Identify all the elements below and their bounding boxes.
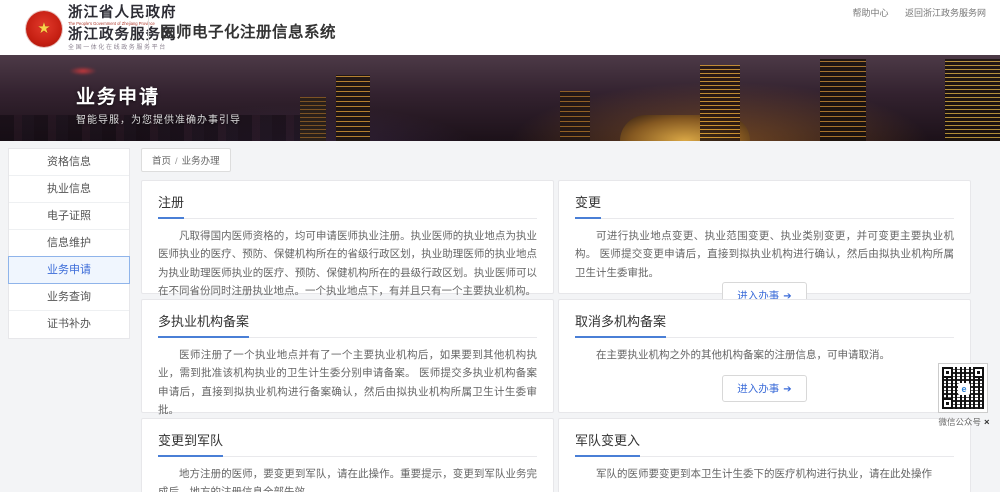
- breadcrumb-current: 业务办理: [182, 156, 220, 167]
- help-center-link[interactable]: 帮助中心: [852, 8, 888, 18]
- card-multi-institution-filing: 多执业机构备案 医师注册了一个执业地点并有了一个主要执业机构后，如果要到其他机构…: [141, 299, 554, 413]
- main-area: 资格信息 执业信息 电子证照 信息维护 业务申请 业务查询 证书补办 首页 / 业务…: [0, 141, 1000, 492]
- card-description: 地方注册的医师，要变更到军队，请在此操作。重要提示，变更到军队业务完成后，地方的…: [158, 465, 537, 492]
- wechat-qr-widget: e 微信公众号×: [938, 363, 990, 428]
- gov-name: 浙江省人民政府: [68, 6, 177, 21]
- site-logo: ★ 浙江省人民政府 The People's Government of Zhe…: [26, 6, 177, 51]
- sidebar-item-business-application[interactable]: 业务申请: [8, 256, 130, 284]
- close-icon[interactable]: ×: [984, 417, 990, 428]
- portal-subtitle: 全国一体化在线政务服务平台: [68, 45, 177, 51]
- card-description: 在主要执业机构之外的其他机构备案的注册信息，可申请取消。: [575, 346, 954, 364]
- service-cards-grid: 注册 凡取得国内医师资格的，均可申请医师执业注册。执业医师的执业地点为执业医师执…: [141, 180, 972, 492]
- wechat-qr-code-icon: e: [938, 363, 988, 413]
- sidebar-item-certificate-reissue[interactable]: 证书补办: [9, 311, 129, 338]
- header-divider: [148, 12, 149, 44]
- page-header: ★ 浙江省人民政府 The People's Government of Zhe…: [0, 0, 1000, 55]
- card-cancel-multi-institution-filing: 取消多机构备案 在主要执业机构之外的其他机构备案的注册信息，可申请取消。 进入办…: [558, 299, 971, 413]
- card-change-to-military: 变更到军队 地方注册的医师，要变更到军队，请在此操作。重要提示，变更到军队业务完…: [141, 418, 554, 492]
- banner-subtitle: 智能导服，为您提供准确办事引导: [76, 111, 241, 126]
- neon-light-art: [70, 67, 96, 75]
- breadcrumb-separator: /: [175, 156, 178, 167]
- card-title: 变更: [575, 192, 601, 219]
- top-links: 帮助中心 返回浙江政务服务网: [838, 6, 986, 19]
- card-title: 多执业机构备案: [158, 311, 249, 338]
- card-description: 可进行执业地点变更、执业范围变更、执业类别变更，并可变更主要执业机构。 医师提交…: [575, 227, 954, 282]
- national-emblem-icon: ★: [26, 11, 62, 47]
- sidebar-item-business-query[interactable]: 业务查询: [9, 284, 129, 311]
- sidebar-item-info-maintenance[interactable]: 信息维护: [9, 230, 129, 257]
- card-registration: 注册 凡取得国内医师资格的，均可申请医师执业注册。执业医师的执业地点为执业医师执…: [141, 180, 554, 294]
- return-portal-link[interactable]: 返回浙江政务服务网: [905, 8, 986, 18]
- sidebar-item-e-certificate[interactable]: 电子证照: [9, 203, 129, 230]
- content-area: 首页 / 业务办理 注册 凡取得国内医师资格的，均可申请医师执业注册。执业医师的执业…: [141, 141, 972, 492]
- breadcrumb: 首页 / 业务办理: [141, 148, 231, 172]
- banner-title: 业务申请: [76, 82, 160, 109]
- card-title: 注册: [158, 192, 184, 219]
- card-title: 取消多机构备案: [575, 311, 666, 338]
- sidebar-item-qualification-info[interactable]: 资格信息: [9, 149, 129, 176]
- card-military-change-in: 军队变更入 军队的医师要变更到本卫生计生委下的医疗机构进行执业，请在此处操作: [558, 418, 971, 492]
- qr-caption: 微信公众号: [938, 417, 981, 427]
- arrow-right-icon: ➔: [783, 384, 791, 395]
- enter-service-button[interactable]: 进入办事➔: [722, 375, 806, 402]
- card-description: 医师注册了一个执业地点并有了一个主要执业机构后，如果要到其他机构执业，需到批准该…: [158, 346, 537, 420]
- sidebar-menu: 资格信息 执业信息 电子证照 信息维护 业务申请 业务查询 证书补办: [8, 148, 130, 339]
- card-description: 军队的医师要变更到本卫生计生委下的医疗机构进行执业，请在此处操作: [575, 465, 954, 483]
- hero-banner: 业务申请 智能导服，为您提供准确办事引导: [0, 55, 1000, 141]
- breadcrumb-home[interactable]: 首页: [152, 156, 171, 167]
- card-title: 变更到军队: [158, 430, 223, 457]
- card-title: 军队变更入: [575, 430, 640, 457]
- wechat-logo-icon: e: [958, 383, 970, 395]
- gov-name-en: The People's Government of Zhejiang Prov…: [68, 22, 168, 26]
- card-description: 凡取得国内医师资格的，均可申请医师执业注册。执业医师的执业地点为执业医师执业的医…: [158, 227, 537, 301]
- system-title: 医师电子化注册信息系统: [160, 20, 336, 42]
- card-change: 变更 可进行执业地点变更、执业范围变更、执业类别变更，并可变更主要执业机构。 医…: [558, 180, 971, 294]
- sidebar-item-practice-info[interactable]: 执业信息: [9, 176, 129, 203]
